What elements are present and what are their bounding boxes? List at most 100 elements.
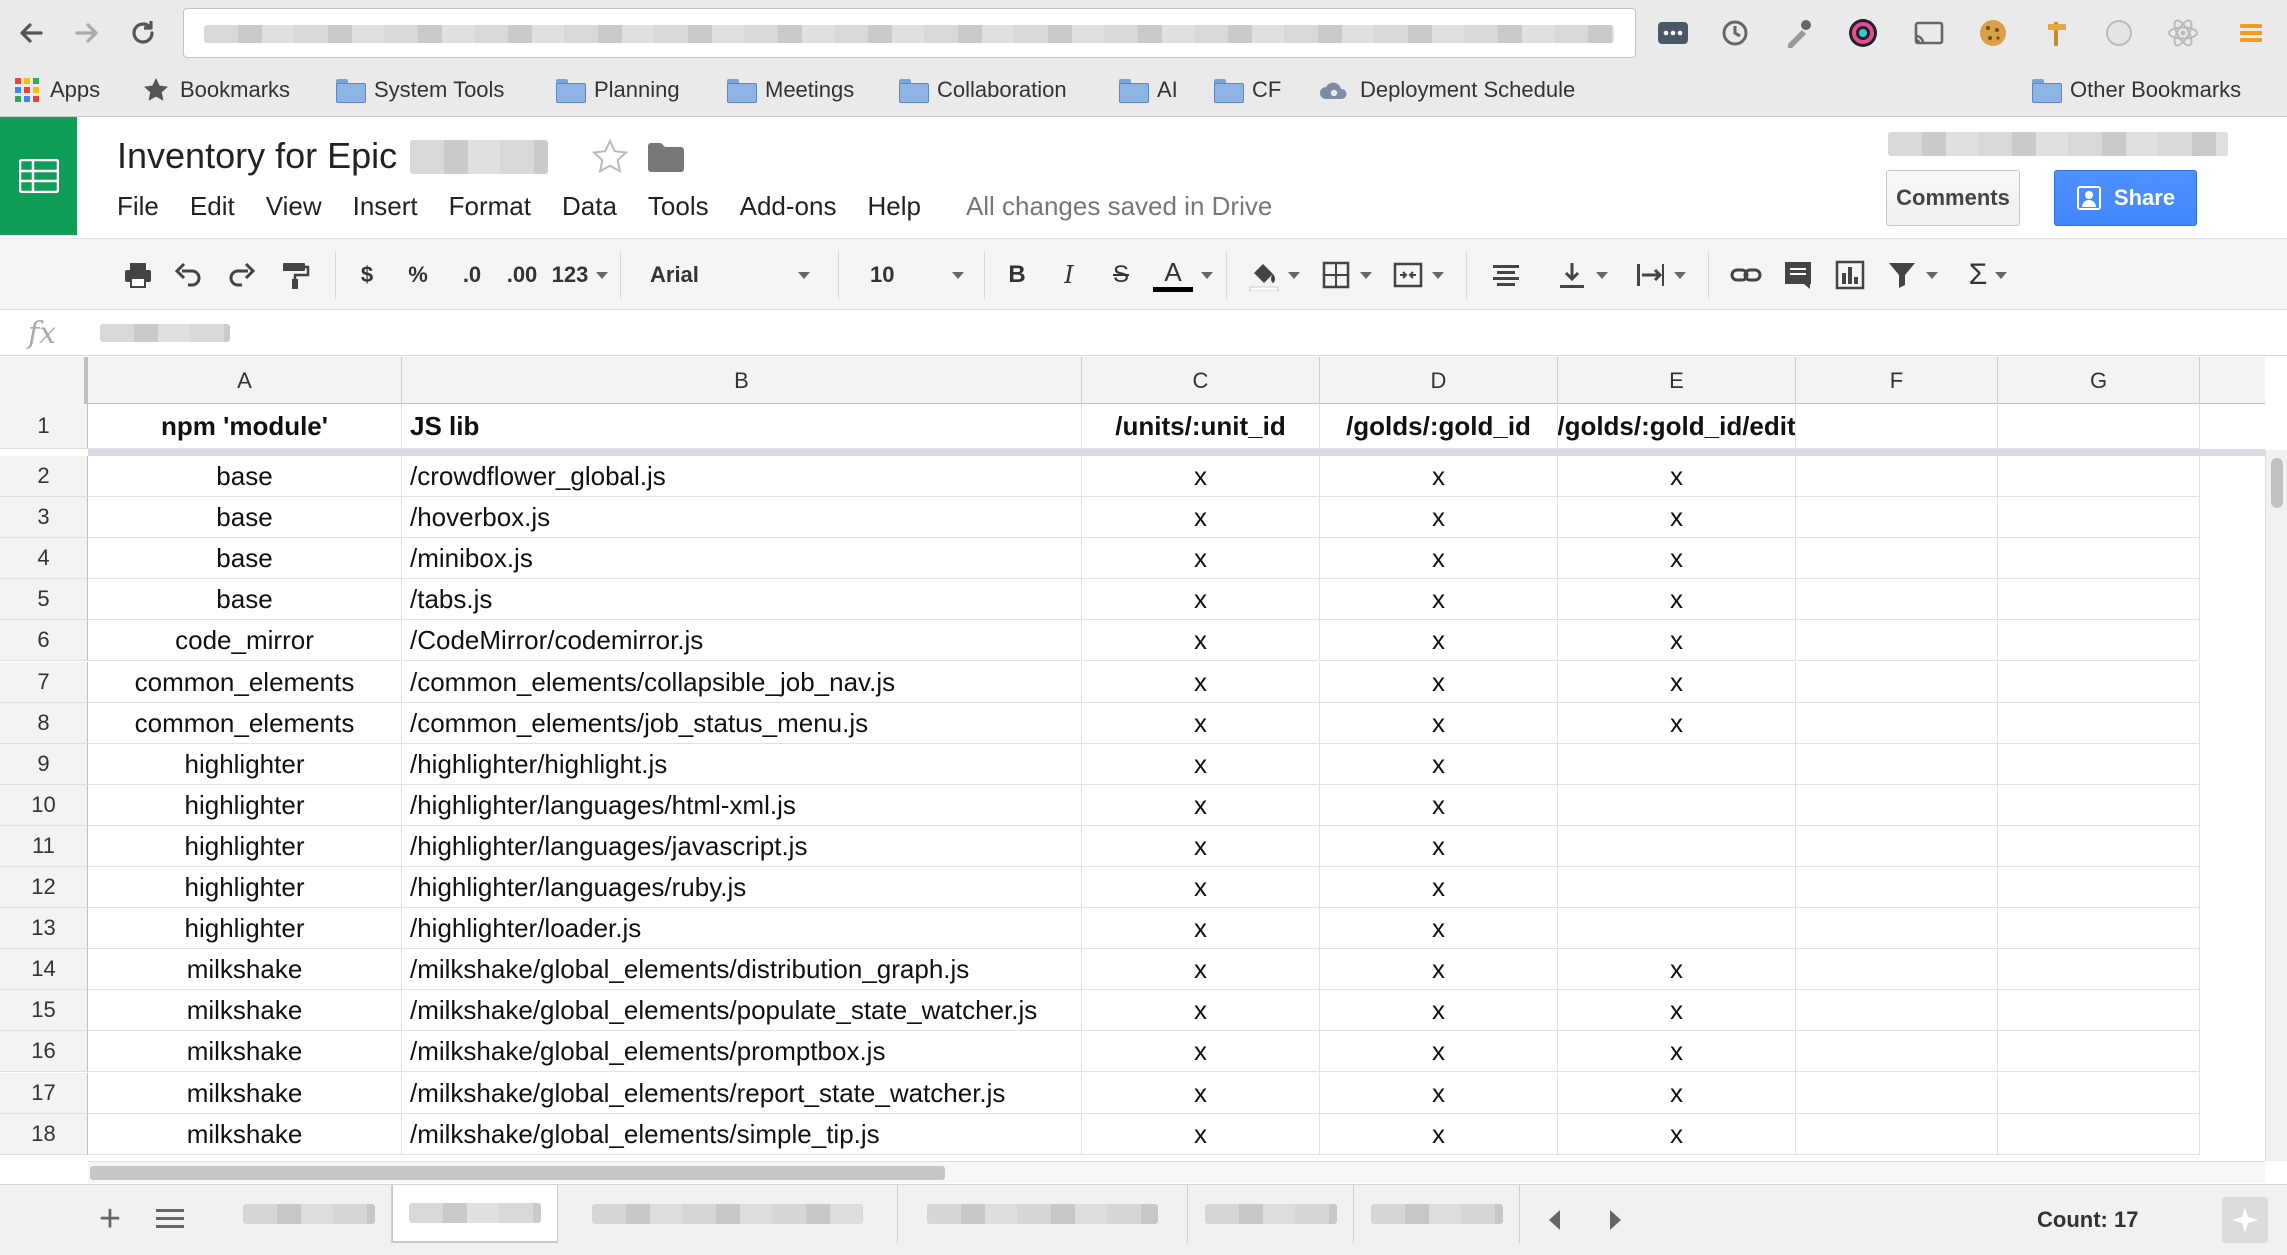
horizontal-align-button[interactable] (1486, 255, 1526, 295)
cell-d[interactable]: x (1320, 703, 1558, 744)
cell-g[interactable] (1998, 867, 2200, 908)
cell-a[interactable]: highlighter (88, 867, 402, 908)
cell-b[interactable]: /highlighter/languages/html-xml.js (402, 785, 1082, 826)
cell-a[interactable]: milkshake (88, 1114, 402, 1155)
spreadsheet-grid[interactable]: A B C D E F G 1 npm 'module' JS lib/units/… (0, 357, 2265, 1161)
cell-e[interactable] (1558, 826, 1796, 867)
cell-a[interactable]: npm 'module' (88, 404, 402, 449)
cast-icon[interactable] (1910, 14, 1948, 52)
cell-g[interactable] (1998, 703, 2200, 744)
cell-c[interactable]: x (1082, 990, 1320, 1031)
undo-button[interactable] (168, 255, 208, 295)
cell-f[interactable] (1796, 579, 1998, 620)
cell-e[interactable]: x (1558, 1073, 1796, 1114)
menu-data[interactable]: Data (562, 191, 617, 222)
print-button[interactable] (118, 255, 158, 295)
filter-button[interactable] (1880, 255, 1944, 295)
menu-help[interactable]: Help (867, 191, 920, 222)
format-percent-button[interactable]: % (402, 255, 434, 295)
cell-e[interactable]: x (1558, 579, 1796, 620)
cell-b[interactable]: /highlighter/loader.js (402, 908, 1082, 949)
cell-f[interactable] (1796, 538, 1998, 579)
cell-f[interactable] (1796, 662, 1998, 703)
cell-b[interactable]: /crowdflower_global.js (402, 456, 1082, 497)
text-color-button[interactable]: A (1148, 255, 1218, 295)
cell-c[interactable]: x (1082, 620, 1320, 661)
strikethrough-button[interactable]: S (1104, 255, 1138, 295)
cell-f[interactable] (1796, 949, 1998, 990)
bookmark-cf[interactable]: CF (1214, 72, 1281, 108)
row-header[interactable]: 7 (0, 662, 88, 703)
font-size-select[interactable]: 10 (850, 257, 970, 293)
fill-color-button[interactable] (1244, 255, 1304, 295)
cell-g[interactable] (1998, 1114, 2200, 1155)
merge-cells-button[interactable] (1386, 255, 1450, 295)
paint-format-button[interactable] (275, 255, 315, 295)
cell-f[interactable] (1796, 703, 1998, 744)
cell-c[interactable]: x (1082, 1114, 1320, 1155)
cell-g[interactable] (1998, 497, 2200, 538)
cell-e[interactable]: x (1558, 497, 1796, 538)
insert-chart-button[interactable] (1830, 255, 1870, 295)
cell-b[interactable]: /highlighter/languages/javascript.js (402, 826, 1082, 867)
cell-b[interactable]: /tabs.js (402, 579, 1082, 620)
scroll-tabs-right-icon[interactable] (1600, 1205, 1630, 1235)
cell-b[interactable]: /milkshake/global_elements/populate_stat… (402, 990, 1082, 1031)
cell-f[interactable] (1796, 785, 1998, 826)
column-header-d[interactable]: D (1320, 357, 1558, 404)
selection-count-status[interactable]: Count: 17 (2037, 1207, 2138, 1233)
cell-a[interactable]: code_mirror (88, 620, 402, 661)
cell-d[interactable]: x (1320, 785, 1558, 826)
share-button[interactable]: Share (2054, 170, 2197, 226)
vertical-scroll-thumb[interactable] (2271, 458, 2283, 508)
cell-f[interactable] (1796, 826, 1998, 867)
column-header-g[interactable]: G (1998, 357, 2200, 404)
row-header[interactable]: 17 (0, 1073, 88, 1114)
text-wrapping-button[interactable] (1628, 255, 1692, 295)
frozen-row-divider[interactable] (88, 449, 2265, 456)
back-button[interactable] (10, 12, 52, 54)
row-header[interactable]: 9 (0, 744, 88, 785)
row-header[interactable]: 10 (0, 785, 88, 826)
cell-c[interactable]: x (1082, 785, 1320, 826)
cell-f[interactable] (1796, 456, 1998, 497)
cell-e[interactable] (1558, 908, 1796, 949)
cell-a[interactable]: highlighter (88, 785, 402, 826)
cell-d[interactable]: x (1320, 1114, 1558, 1155)
cell-d[interactable]: x (1320, 744, 1558, 785)
extension-sync-icon[interactable] (1716, 14, 1754, 52)
cell-e[interactable] (1558, 744, 1796, 785)
cell-a[interactable]: common_elements (88, 662, 402, 703)
all-sheets-list-icon[interactable] (152, 1203, 188, 1235)
column-header-a[interactable]: A (88, 357, 402, 404)
react-devtools-icon[interactable] (2164, 14, 2202, 52)
insert-comment-button[interactable] (1778, 255, 1818, 295)
cell-f[interactable] (1796, 620, 1998, 661)
cell-c[interactable]: x (1082, 908, 1320, 949)
extension-more-icon[interactable] (1654, 14, 1692, 52)
column-header-f[interactable]: F (1796, 357, 1998, 404)
bold-button[interactable]: B (1000, 255, 1034, 295)
cell-f[interactable] (1796, 1114, 1998, 1155)
cell-b[interactable]: /CodeMirror/codemirror.js (402, 620, 1082, 661)
row-header[interactable]: 14 (0, 949, 88, 990)
extension-circle-icon[interactable] (2100, 14, 2138, 52)
menu-insert[interactable]: Insert (353, 191, 418, 222)
cell-d[interactable]: x (1320, 990, 1558, 1031)
row-header[interactable]: 15 (0, 990, 88, 1031)
column-header-c[interactable]: C (1082, 357, 1320, 404)
row-header[interactable]: 6 (0, 620, 88, 661)
sheet-tab[interactable] (898, 1185, 1188, 1243)
move-to-folder-icon[interactable] (646, 140, 686, 174)
cell-f[interactable] (1796, 404, 1998, 449)
menu-view[interactable]: View (266, 191, 322, 222)
cell-b[interactable]: /common_elements/job_status_menu.js (402, 703, 1082, 744)
row-header[interactable]: 18 (0, 1114, 88, 1155)
row-header[interactable]: 3 (0, 497, 88, 538)
cell-b[interactable]: /hoverbox.js (402, 497, 1082, 538)
chrome-menu-icon[interactable] (2232, 14, 2270, 52)
cell-c[interactable]: x (1082, 949, 1320, 990)
cell-d[interactable]: x (1320, 579, 1558, 620)
horizontal-scrollbar[interactable] (88, 1161, 2265, 1183)
cell-a[interactable]: highlighter (88, 744, 402, 785)
